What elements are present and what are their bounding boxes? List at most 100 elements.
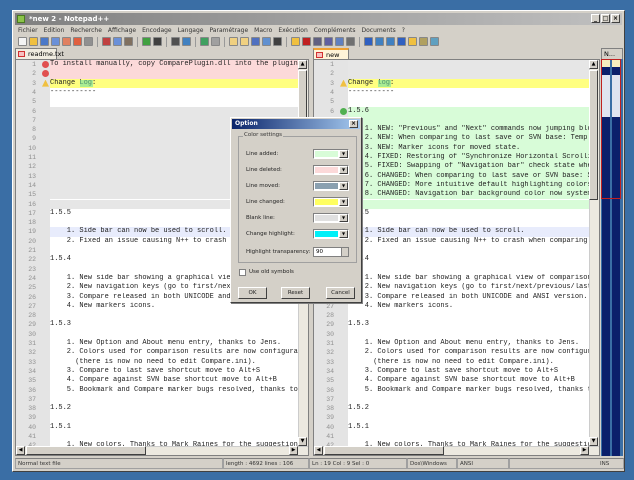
horizontal-scroll-thumb[interactable] xyxy=(324,446,444,455)
text-line[interactable]: To install manually, copy ComparePlugin.… xyxy=(50,60,300,70)
menu-item-2[interactable]: Recherche xyxy=(70,26,102,35)
text-line[interactable] xyxy=(348,265,591,274)
word-wrap-icon[interactable] xyxy=(251,37,260,46)
text-line[interactable] xyxy=(50,413,300,422)
text-line[interactable]: 4. New markers icons. xyxy=(348,302,591,311)
text-line[interactable]: 2. NEW: When comparing to last save or S… xyxy=(348,134,591,144)
text-line[interactable] xyxy=(348,330,591,339)
text-line[interactable]: 4. FIXED: Restoring of "Synchronize Hori… xyxy=(348,153,591,163)
text-line[interactable]: 1.5.1 xyxy=(50,423,300,432)
last-icon[interactable] xyxy=(408,37,417,46)
scroll-up-arrow-icon[interactable]: ▲ xyxy=(298,60,307,69)
menu-item-10[interactable]: Documents xyxy=(361,26,395,35)
text-line[interactable] xyxy=(348,395,591,404)
scroll-up-arrow-icon[interactable]: ▲ xyxy=(589,60,598,69)
text-line[interactable] xyxy=(348,413,591,422)
dialog-close-button[interactable]: × xyxy=(349,120,358,128)
text-line[interactable]: 1.5.2 xyxy=(50,404,300,413)
text-line[interactable]: 5. FIXED: Swapping of "Navigation bar" c… xyxy=(348,162,591,172)
menu-item-11[interactable]: ? xyxy=(402,26,405,35)
print-icon[interactable] xyxy=(84,37,93,46)
tab-close-icon[interactable] xyxy=(316,52,323,58)
use-old-symbols-label[interactable]: Use old symbols xyxy=(249,269,294,275)
sync-vertical-icon[interactable] xyxy=(229,37,238,46)
stop-macro-icon[interactable] xyxy=(313,37,322,46)
play-macro-icon[interactable] xyxy=(324,37,333,46)
horizontal-scroll-thumb[interactable] xyxy=(26,446,146,455)
record-macro-icon[interactable] xyxy=(302,37,311,46)
text-line[interactable]: 4. Compare against SVN base shortcut mov… xyxy=(348,376,591,385)
text-line[interactable]: 1.5.1 xyxy=(348,423,591,432)
save-icon[interactable] xyxy=(40,37,49,46)
run-macro-multiple-icon[interactable] xyxy=(335,37,344,46)
text-line[interactable]: 1.5.3 xyxy=(348,320,591,329)
text-line[interactable]: ----------- xyxy=(348,88,591,97)
use-old-symbols-checkbox[interactable] xyxy=(239,269,246,276)
chevron-down-icon[interactable]: ▼ xyxy=(339,198,348,206)
scroll-left-arrow-icon[interactable]: ◀ xyxy=(16,446,25,455)
text-line[interactable]: 1.5.5 xyxy=(348,209,591,218)
text-line[interactable]: 1.5.6 xyxy=(348,106,591,116)
find-icon[interactable] xyxy=(171,37,180,46)
replace-icon[interactable] xyxy=(182,37,191,46)
text-line[interactable]: 5. Bookmark and Compare marker bugs reso… xyxy=(348,386,591,395)
scroll-left-arrow-icon[interactable]: ◀ xyxy=(314,446,323,455)
text-line[interactable]: 2. Colors used for comparison results ar… xyxy=(348,348,591,357)
menu-item-4[interactable]: Encodage xyxy=(142,26,172,35)
maximize-button[interactable]: □ xyxy=(601,14,610,23)
text-line[interactable]: 3. Compare to last save shortcut move to… xyxy=(50,367,300,376)
text-line[interactable] xyxy=(348,246,591,255)
text-line[interactable]: 4. Compare against SVN base shortcut mov… xyxy=(50,376,300,385)
color-picker[interactable]: ▼ xyxy=(313,213,349,223)
save-macro-icon[interactable] xyxy=(346,37,355,46)
text-line[interactable] xyxy=(50,311,300,320)
open-icon[interactable] xyxy=(29,37,38,46)
color-picker[interactable]: ▼ xyxy=(313,197,349,207)
tab-new-2[interactable]: new 2 xyxy=(313,48,349,69)
indent-guide-icon[interactable] xyxy=(273,37,282,46)
scroll-down-arrow-icon[interactable]: ▼ xyxy=(298,437,307,446)
color-picker[interactable]: ▼ xyxy=(313,165,349,175)
menu-item-1[interactable]: Edition xyxy=(44,26,65,35)
tab-readme[interactable]: readme.txt xyxy=(15,48,64,59)
show-all-chars-icon[interactable] xyxy=(262,37,271,46)
text-line[interactable] xyxy=(348,69,591,79)
scroll-right-arrow-icon[interactable]: ▶ xyxy=(580,446,589,455)
text-line[interactable]: 3. NEW: Marker icons for moved state. xyxy=(348,143,591,153)
text-line[interactable] xyxy=(50,330,300,339)
cancel-button[interactable]: Cancel xyxy=(326,287,355,299)
reset-button[interactable]: Reset xyxy=(281,287,310,299)
text-line[interactable] xyxy=(50,69,300,79)
text-line[interactable]: 1. New side bar showing a graphical view… xyxy=(348,274,591,283)
text-line[interactable] xyxy=(348,199,591,209)
text-line[interactable] xyxy=(348,115,591,126)
text-line[interactable]: 1.5.2 xyxy=(348,404,591,413)
text-line[interactable] xyxy=(50,395,300,404)
chevron-down-icon[interactable]: ▼ xyxy=(339,166,348,174)
cut-icon[interactable] xyxy=(102,37,111,46)
copy-icon[interactable] xyxy=(113,37,122,46)
minimize-button[interactable]: _ xyxy=(591,14,600,23)
text-line[interactable]: (there is now no need to edit Compare.in… xyxy=(50,358,300,367)
scroll-thumb[interactable] xyxy=(589,70,598,200)
next-icon[interactable] xyxy=(386,37,395,46)
save-all-icon[interactable] xyxy=(51,37,60,46)
redo-icon[interactable] xyxy=(153,37,162,46)
paste-icon[interactable] xyxy=(124,37,133,46)
transparency-spinner[interactable]: 90 xyxy=(313,247,349,257)
menu-item-5[interactable]: Langage xyxy=(178,26,204,35)
settings-icon[interactable] xyxy=(430,37,439,46)
text-line[interactable]: 1. Side bar can now be used to scroll. xyxy=(348,227,591,237)
text-line[interactable] xyxy=(348,311,591,320)
chevron-down-icon[interactable]: ▼ xyxy=(339,214,348,222)
compare-icon[interactable] xyxy=(364,37,373,46)
sync-horizontal-icon[interactable] xyxy=(240,37,249,46)
text-line[interactable]: 1. New Option and About menu entry, than… xyxy=(348,339,591,348)
scroll-right-arrow-icon[interactable]: ▶ xyxy=(289,446,298,455)
text-line[interactable] xyxy=(50,106,300,116)
plugin-icon[interactable] xyxy=(419,37,428,46)
text-line[interactable]: 1.5.4 xyxy=(348,255,591,264)
zoom-in-icon[interactable] xyxy=(200,37,209,46)
text-line[interactable] xyxy=(348,97,591,106)
close-window-button[interactable]: × xyxy=(611,14,620,23)
